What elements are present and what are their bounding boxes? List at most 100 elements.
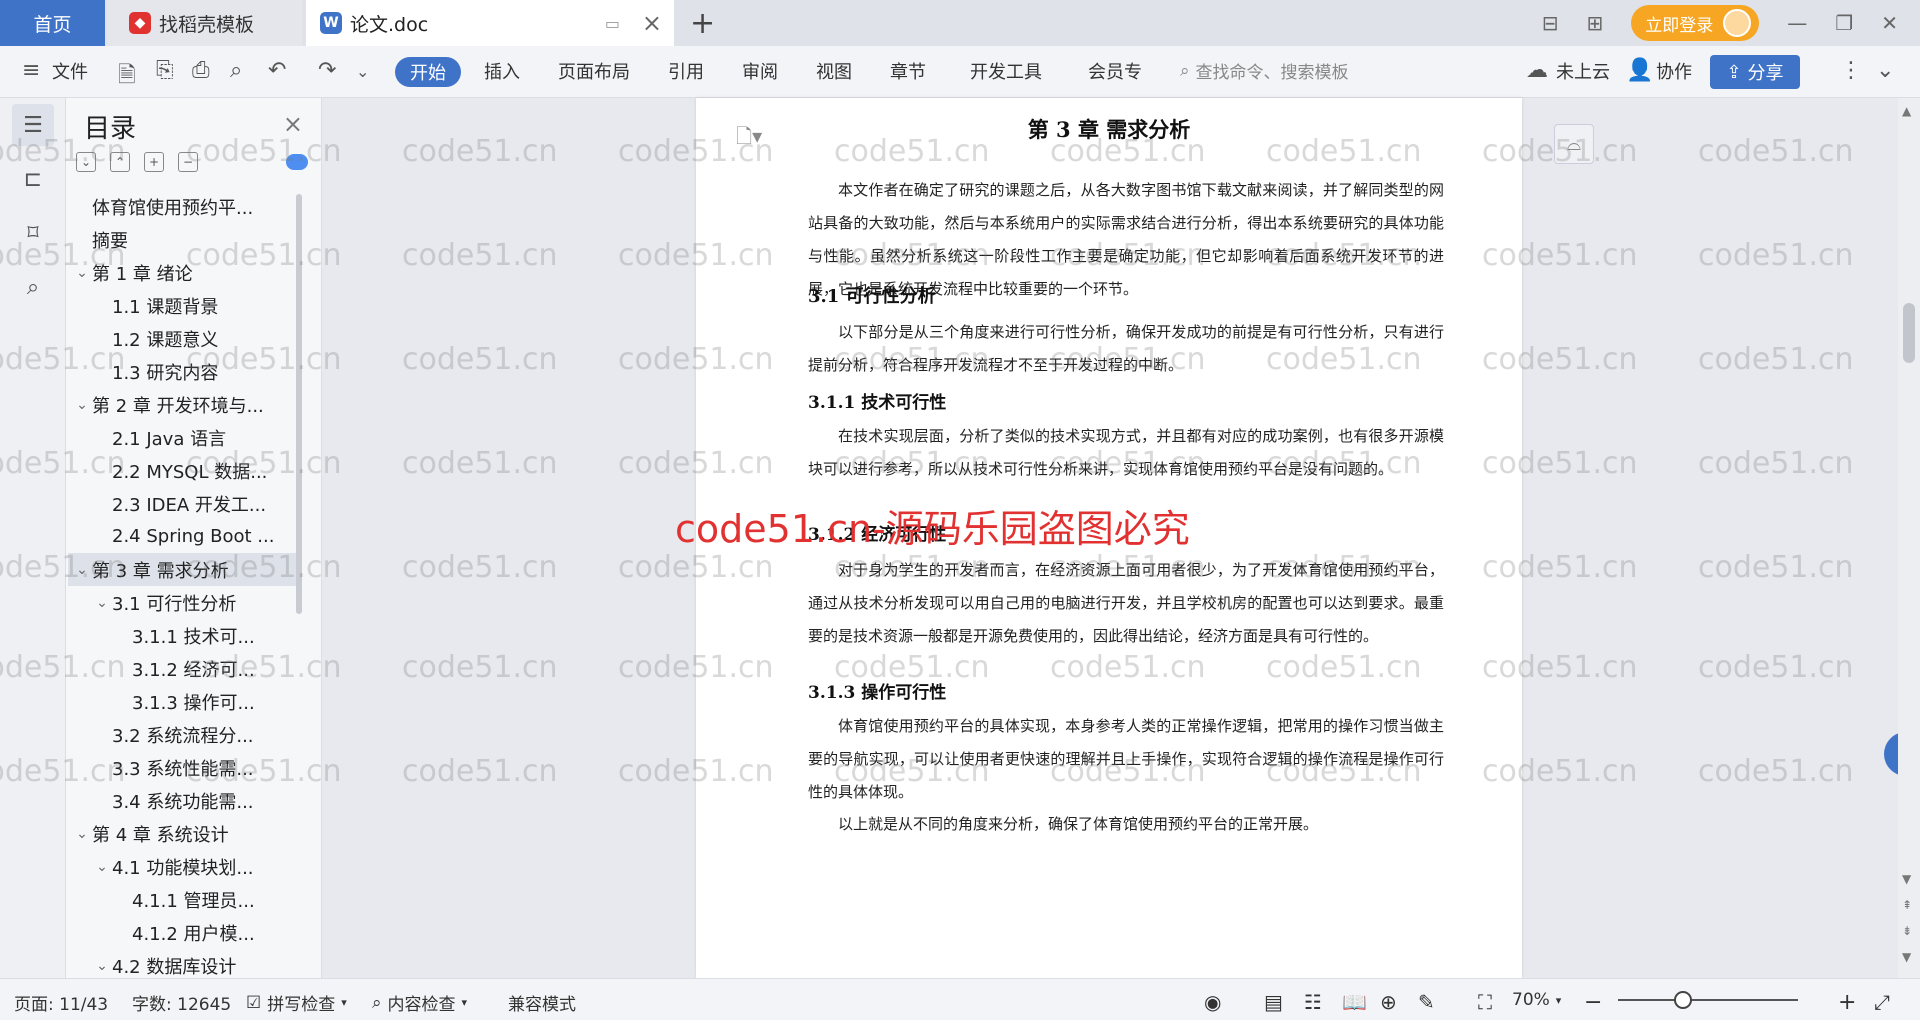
zoom-slider[interactable] bbox=[1618, 999, 1798, 1001]
tab-home[interactable]: 首页 bbox=[0, 0, 105, 46]
print-icon[interactable]: ⎙ bbox=[192, 58, 210, 83]
zoom-level[interactable]: 70% ▾ bbox=[1512, 990, 1561, 1010]
toc-item[interactable]: ⌄ 4.2 数据库设计 bbox=[68, 949, 296, 978]
toc-item[interactable]: 3.1.1 技术可... bbox=[68, 619, 296, 652]
restore-icon[interactable]: ❐ bbox=[1835, 11, 1853, 35]
close-window-icon[interactable]: ✕ bbox=[1881, 11, 1898, 35]
zoom-out-icon[interactable]: − bbox=[1584, 990, 1602, 1015]
write-view-icon[interactable]: ✎ bbox=[1418, 990, 1435, 1014]
more-icon[interactable]: ⋮ bbox=[1840, 58, 1862, 83]
toc-item[interactable]: 1.3 研究内容 bbox=[68, 355, 296, 388]
fit-page-icon[interactable]: ⛶ bbox=[1478, 990, 1492, 1014]
toc-scrollbar[interactable] bbox=[296, 194, 302, 614]
spell-check[interactable]: ☑ 拼写检查 ▾ bbox=[246, 990, 347, 1016]
toc-item[interactable]: 3.2 系统流程分... bbox=[68, 718, 296, 751]
remove-heading-icon[interactable]: − bbox=[178, 152, 198, 172]
expand-all-icon[interactable]: ⌄ bbox=[76, 152, 96, 172]
tab-developer[interactable]: 开发工具 bbox=[970, 58, 1042, 84]
tab-references[interactable]: 引用 bbox=[668, 58, 704, 84]
customize-icon[interactable]: ⌄ bbox=[356, 62, 369, 81]
chevron-down-icon[interactable]: ⌄ bbox=[92, 958, 112, 974]
fullscreen-icon[interactable]: ⤢ bbox=[1874, 990, 1890, 1014]
collapse-ribbon-icon[interactable]: ⌄ bbox=[1876, 58, 1894, 83]
page-view-icon[interactable]: ▤ bbox=[1264, 990, 1283, 1014]
tab-section[interactable]: 章节 bbox=[890, 58, 926, 84]
page-count[interactable]: 页面: 11/43 bbox=[14, 990, 108, 1015]
zoom-in-icon[interactable]: + bbox=[1838, 990, 1856, 1015]
toc-item[interactable]: 摘要 bbox=[68, 223, 296, 256]
toc-item[interactable]: 3.1.3 操作可... bbox=[68, 685, 296, 718]
toc-panel-icon[interactable]: ☰ bbox=[12, 104, 54, 146]
scroll-down-icon[interactable]: ▼ bbox=[1902, 950, 1911, 964]
close-tab-icon[interactable]: × bbox=[642, 9, 662, 37]
filter-icon[interactable]: ⌓ bbox=[1554, 124, 1594, 164]
next-page-icon[interactable]: ⇟ bbox=[1902, 924, 1912, 938]
toc-item[interactable]: 4.1.2 用户模... bbox=[68, 916, 296, 949]
tab-view[interactable]: 视图 bbox=[816, 58, 852, 84]
tab-template[interactable]: ◆ 找稻壳模板 bbox=[107, 0, 302, 46]
toc-item[interactable]: 2.2 MYSQL 数据... bbox=[68, 454, 296, 487]
page-jump-icon[interactable]: ⇞ bbox=[1902, 898, 1912, 912]
tab-member[interactable]: 会员专 bbox=[1088, 58, 1142, 84]
toc-item[interactable]: 2.3 IDEA 开发工... bbox=[68, 487, 296, 520]
undo-icon[interactable]: ↶ bbox=[268, 58, 286, 83]
command-search[interactable]: ⌕ 查找命令、搜索模板 bbox=[1180, 58, 1349, 84]
tab-review[interactable]: 审阅 bbox=[742, 58, 778, 84]
share-button[interactable]: ⇪ 分享 bbox=[1710, 55, 1800, 89]
toc-item[interactable]: 2.1 Java 语言 bbox=[68, 421, 296, 454]
tab-page-layout[interactable]: 页面布局 bbox=[558, 58, 630, 84]
chevron-down-icon[interactable]: ⌄ bbox=[72, 562, 92, 578]
screen-icon[interactable]: ▭ bbox=[605, 14, 620, 33]
navigation-icon[interactable]: ⊏ bbox=[12, 158, 54, 200]
chevron-down-icon[interactable]: ⌄ bbox=[92, 595, 112, 611]
tab-document[interactable]: W 论文.doc ▭ × bbox=[306, 0, 674, 46]
toc-item[interactable]: ⌄ 第 3 章 需求分析 bbox=[68, 553, 296, 586]
zoom-slider-knob[interactable] bbox=[1674, 991, 1692, 1009]
toc-item[interactable]: 3.3 系统性能需... bbox=[68, 751, 296, 784]
tab-start[interactable]: 开始 bbox=[395, 57, 461, 87]
preview-icon[interactable]: ⌕ bbox=[230, 58, 242, 83]
toc-item[interactable]: ⌄ 4.1 功能模块划... bbox=[68, 850, 296, 883]
collab-button[interactable]: 协作 bbox=[1656, 58, 1692, 84]
ai-badge-icon[interactable] bbox=[286, 154, 308, 170]
toc-item[interactable]: 3.1.2 经济可... bbox=[68, 652, 296, 685]
toc-item[interactable]: 2.4 Spring Boot ... bbox=[68, 520, 296, 553]
tab-insert[interactable]: 插入 bbox=[484, 58, 520, 84]
find-icon[interactable]: ⌕ bbox=[12, 266, 54, 308]
collapse-all-icon[interactable]: ⌃ bbox=[110, 152, 130, 172]
layout-icon[interactable]: ⊟ bbox=[1542, 11, 1559, 35]
toc-item[interactable]: ⌄ 第 4 章 系统设计 bbox=[68, 817, 296, 850]
chevron-down-icon[interactable]: ⌄ bbox=[72, 265, 92, 281]
add-heading-icon[interactable]: + bbox=[144, 152, 164, 172]
minimize-icon[interactable]: — bbox=[1787, 11, 1807, 35]
document-scrollbar[interactable]: ▲ ▼ ⇞ ⇟ ▼ bbox=[1898, 98, 1920, 978]
web-view-icon[interactable]: ⊕ bbox=[1380, 990, 1397, 1014]
grid-apps-icon[interactable]: ⊞ bbox=[1587, 11, 1604, 35]
scroll-thumb[interactable] bbox=[1903, 303, 1915, 363]
eye-protection-icon[interactable]: ◉ bbox=[1204, 990, 1221, 1014]
chevron-down-icon[interactable]: ⌄ bbox=[72, 397, 92, 413]
file-menu[interactable]: 文件 bbox=[52, 58, 88, 84]
redo-icon[interactable]: ↷ bbox=[318, 58, 336, 83]
toc-item[interactable]: 1.1 课题背景 bbox=[68, 289, 296, 322]
toc-item[interactable]: ⌄ 3.1 可行性分析 bbox=[68, 586, 296, 619]
save-icon[interactable]: 🗎 bbox=[118, 58, 136, 96]
scroll-up-icon[interactable]: ▲ bbox=[1902, 104, 1911, 118]
toc-item[interactable]: 3.4 系统功能需... bbox=[68, 784, 296, 817]
login-button[interactable]: 立即登录 bbox=[1631, 5, 1760, 41]
export-icon[interactable]: ⎘ bbox=[156, 58, 174, 83]
outline-view-icon[interactable]: ☷ bbox=[1304, 990, 1322, 1014]
toc-item[interactable]: ⌄ 第 2 章 开发环境与... bbox=[68, 388, 296, 421]
toc-item[interactable]: 4.1.1 管理员... bbox=[68, 883, 296, 916]
reading-view-icon[interactable]: 📖 bbox=[1342, 990, 1367, 1014]
close-icon[interactable]: × bbox=[283, 110, 303, 138]
word-count[interactable]: 字数: 12645 bbox=[132, 990, 231, 1015]
menu-icon[interactable]: ≡ bbox=[22, 58, 40, 83]
new-tab-icon[interactable]: + bbox=[690, 6, 715, 41]
chevron-down-icon[interactable]: ⌄ bbox=[72, 826, 92, 842]
toc-item[interactable]: ⌄ 第 1 章 绪论 bbox=[68, 256, 296, 289]
prev-page-icon[interactable]: ▼ bbox=[1902, 872, 1911, 886]
cloud-status[interactable]: 未上云 bbox=[1556, 58, 1610, 84]
chevron-down-icon[interactable]: ⌄ bbox=[92, 859, 112, 875]
toc-item[interactable]: 体育馆使用预约平... bbox=[68, 190, 296, 223]
